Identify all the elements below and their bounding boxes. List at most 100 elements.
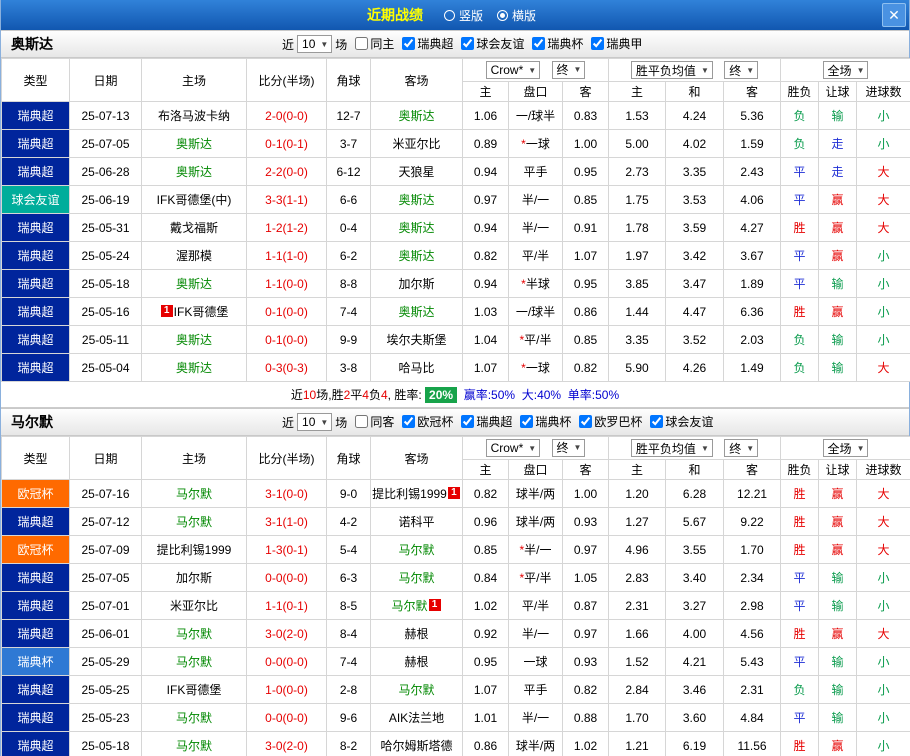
match-score[interactable]: 0-1(0-1) [265, 137, 308, 151]
match-score[interactable]: 0-3(0-3) [265, 361, 308, 375]
league-cell[interactable]: 欧冠杯 [2, 480, 70, 508]
team-name[interactable]: 马尔默 [176, 655, 212, 669]
match-score[interactable]: 1-1(1-0) [265, 249, 308, 263]
league-cell[interactable]: 瑞典超 [2, 326, 70, 354]
team-name[interactable]: 米亚尔比 [392, 137, 440, 151]
match-count-select[interactable]: 10 ▼ [297, 413, 332, 431]
filter-checkbox[interactable]: 瑞典杯 [515, 413, 571, 430]
match-score[interactable]: 3-1(1-0) [265, 515, 308, 529]
odds-final-select[interactable]: 终▼ [552, 61, 586, 79]
league-cell[interactable]: 瑞典超 [2, 158, 70, 186]
checkbox-input[interactable] [461, 415, 474, 428]
avg-final-select[interactable]: 终▼ [724, 439, 758, 457]
team-name[interactable]: 提比利锡1999 [372, 487, 447, 501]
match-score[interactable]: 1-1(0-0) [265, 277, 308, 291]
league-cell[interactable]: 瑞典超 [2, 620, 70, 648]
checkbox-input[interactable] [520, 415, 533, 428]
filter-checkbox[interactable]: 同主 [350, 35, 394, 52]
filter-checkbox[interactable]: 瑞典杯 [527, 35, 583, 52]
team-name[interactable]: 布洛马波卡纳 [158, 109, 230, 123]
filter-checkbox[interactable]: 球会友谊 [456, 35, 524, 52]
checkbox-input[interactable] [461, 37, 474, 50]
league-cell[interactable]: 瑞典超 [2, 564, 70, 592]
team-name[interactable]: IFK哥德堡(中) [157, 193, 232, 207]
team-name[interactable]: 诺科平 [398, 515, 434, 529]
league-cell[interactable]: 瑞典超 [2, 214, 70, 242]
team-name[interactable]: 奥斯达 [176, 277, 212, 291]
league-cell[interactable]: 瑞典超 [2, 354, 70, 382]
league-cell[interactable]: 瑞典超 [2, 130, 70, 158]
match-score[interactable]: 1-0(0-0) [265, 683, 308, 697]
match-score[interactable]: 0-0(0-0) [265, 711, 308, 725]
scope-select[interactable]: 全场▼ [823, 439, 869, 457]
filter-checkbox[interactable]: 欧冠杯 [397, 413, 453, 430]
team-name[interactable]: 奥斯达 [176, 137, 212, 151]
checkbox-input[interactable] [591, 37, 604, 50]
team-name[interactable]: 奥斯达 [176, 165, 212, 179]
league-cell[interactable]: 瑞典超 [2, 704, 70, 732]
checkbox-input[interactable] [355, 37, 368, 50]
team-name[interactable]: 赫根 [404, 627, 428, 641]
match-score[interactable]: 1-3(0-1) [265, 543, 308, 557]
team-name[interactable]: 埃尔夫斯堡 [386, 333, 446, 347]
filter-checkbox[interactable]: 同客 [350, 413, 394, 430]
filter-checkbox[interactable]: 球会友谊 [645, 413, 713, 430]
team-name[interactable]: IFK哥德堡 [174, 305, 229, 319]
team-name[interactable]: 奥斯达 [398, 193, 434, 207]
radio-checked-icon[interactable] [497, 10, 508, 21]
team-name[interactable]: 马尔默 [176, 711, 212, 725]
league-cell[interactable]: 瑞典超 [2, 102, 70, 130]
scope-select[interactable]: 全场▼ [823, 61, 869, 79]
league-cell[interactable]: 瑞典超 [2, 298, 70, 326]
match-count-select[interactable]: 10 ▼ [297, 35, 332, 53]
match-score[interactable]: 0-1(0-0) [265, 305, 308, 319]
team-name[interactable]: 马尔默 [398, 543, 434, 557]
team-name[interactable]: 赫根 [404, 655, 428, 669]
team-name[interactable]: 马尔默 [176, 627, 212, 641]
match-score[interactable]: 0-0(0-0) [265, 655, 308, 669]
match-score[interactable]: 2-0(0-0) [265, 109, 308, 123]
bookmaker-select[interactable]: Crow*▼ [486, 61, 541, 79]
team-name[interactable]: AIK法兰地 [389, 711, 444, 725]
league-cell[interactable]: 瑞典超 [2, 676, 70, 704]
team-name[interactable]: 奥斯达 [398, 109, 434, 123]
checkbox-input[interactable] [355, 415, 368, 428]
league-cell[interactable]: 瑞典超 [2, 732, 70, 756]
checkbox-input[interactable] [532, 37, 545, 50]
bookmaker-select[interactable]: Crow*▼ [486, 439, 541, 457]
checkbox-input[interactable] [402, 37, 415, 50]
team-name[interactable]: 米亚尔比 [170, 599, 218, 613]
match-score[interactable]: 3-1(0-0) [265, 487, 308, 501]
team-name[interactable]: 提比利锡1999 [157, 543, 232, 557]
league-cell[interactable]: 瑞典超 [2, 242, 70, 270]
team-name[interactable]: 马尔默 [391, 599, 427, 613]
filter-checkbox[interactable]: 瑞典超 [456, 413, 512, 430]
filter-checkbox[interactable]: 瑞典甲 [586, 35, 642, 52]
odds-final-select[interactable]: 终▼ [552, 439, 586, 457]
team-name[interactable]: 奥斯达 [398, 305, 434, 319]
team-name[interactable]: 加尔斯 [398, 277, 434, 291]
league-cell[interactable]: 球会友谊 [2, 186, 70, 214]
team-name[interactable]: 奥斯达 [398, 221, 434, 235]
league-cell[interactable]: 瑞典超 [2, 508, 70, 536]
layout-radio-horizontal[interactable]: 横版 [497, 7, 536, 24]
team-name[interactable]: 马尔默 [176, 739, 212, 753]
radio-unchecked-icon[interactable] [444, 10, 455, 21]
team-name[interactable]: 马尔默 [176, 515, 212, 529]
league-cell[interactable]: 瑞典超 [2, 592, 70, 620]
match-score[interactable]: 3-3(1-1) [265, 193, 308, 207]
match-score[interactable]: 0-1(0-0) [265, 333, 308, 347]
avg-type-select[interactable]: 胜平负均值▼ [631, 439, 713, 457]
match-score[interactable]: 2-2(0-0) [265, 165, 308, 179]
checkbox-input[interactable] [650, 415, 663, 428]
match-score[interactable]: 0-0(0-0) [265, 571, 308, 585]
avg-type-select[interactable]: 胜平负均值▼ [631, 61, 713, 79]
team-name[interactable]: 奥斯达 [176, 333, 212, 347]
match-score[interactable]: 1-2(1-2) [265, 221, 308, 235]
team-name[interactable]: 哈马比 [398, 361, 434, 375]
league-cell[interactable]: 欧冠杯 [2, 536, 70, 564]
avg-final-select[interactable]: 终▼ [724, 61, 758, 79]
checkbox-input[interactable] [579, 415, 592, 428]
team-name[interactable]: 哈尔姆斯塔德 [380, 739, 452, 753]
match-score[interactable]: 3-0(2-0) [265, 627, 308, 641]
